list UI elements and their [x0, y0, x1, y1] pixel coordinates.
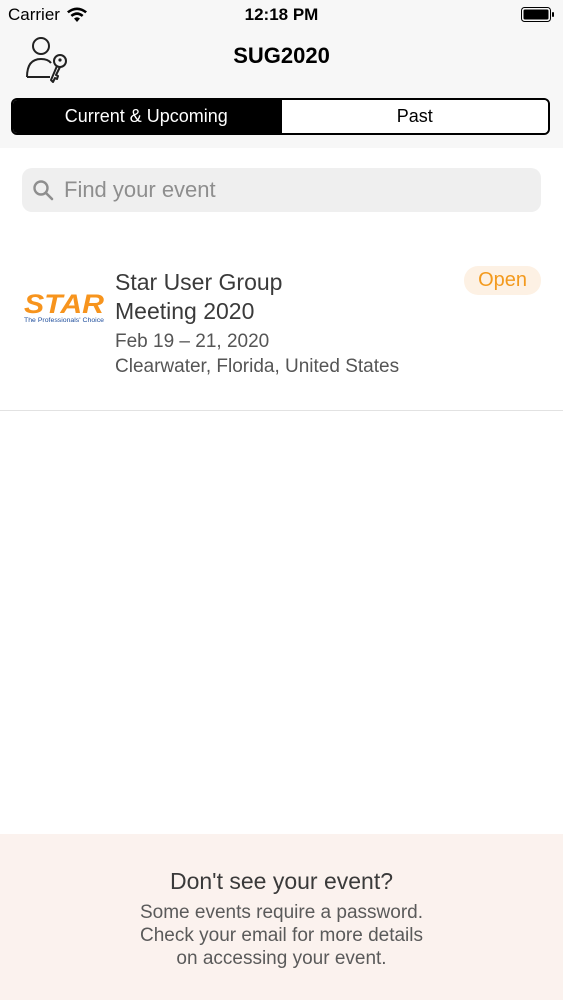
event-date: Feb 19 – 21, 2020 [115, 331, 270, 352]
event-title-line: Star User Group [115, 269, 283, 295]
status-bar: Carrier 12:18 PM [0, 0, 563, 30]
status-badge: Open [464, 266, 541, 295]
event-logo: STAR The Professionals' Choice [24, 289, 105, 324]
footer-line: on accessing your event. [176, 948, 387, 969]
footer-message: Some events require a password. Check yo… [0, 901, 563, 970]
event-title-line: Meeting 2020 [115, 298, 255, 324]
tab-past[interactable]: Past [279, 100, 548, 133]
battery-icon [521, 7, 554, 22]
search-icon [33, 180, 54, 201]
search-input[interactable] [62, 176, 506, 204]
page-title: SUG2020 [233, 43, 330, 68]
segment-bar: Current & Upcoming Past [0, 86, 563, 148]
event-list-item[interactable]: STAR The Professionals' Choice Star User… [0, 246, 563, 411]
event-filter-tabs: Current & Upcoming Past [11, 98, 550, 135]
logo-tagline: The Professionals' Choice [24, 317, 104, 324]
logo-text: STAR [24, 289, 105, 319]
footer-line: Check your email for more details [140, 925, 423, 946]
event-title: Star User Group Meeting 2020 [115, 268, 445, 326]
missing-event-footer: Don't see your event? Some events requir… [0, 834, 563, 1000]
search-bar[interactable] [22, 168, 541, 212]
tab-current-upcoming[interactable]: Current & Upcoming [13, 100, 280, 133]
navigation-header: SUG2020 [0, 30, 563, 86]
status-time: 12:18 PM [244, 5, 319, 24]
event-location: Clearwater, Florida, United States [115, 356, 400, 377]
footer-title: Don't see your event? [169, 868, 394, 894]
footer-line: Some events require a password. [139, 902, 424, 923]
